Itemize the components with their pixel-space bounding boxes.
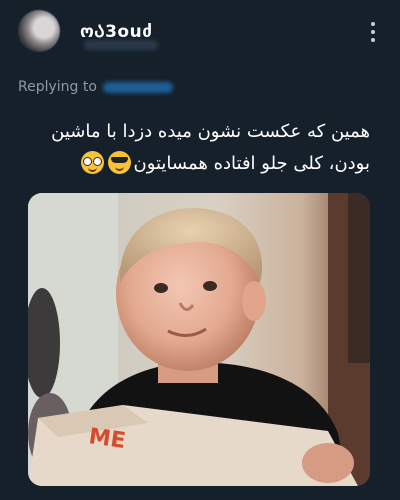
display-name[interactable]: ოᲐ3ouძ	[80, 19, 152, 42]
sunglasses-face-icon	[108, 151, 131, 174]
replying-to-label: Replying to	[18, 79, 97, 95]
tweet-header: ოᲐ3ouძ	[0, 0, 400, 75]
more-options-icon[interactable]	[370, 22, 376, 42]
avatar[interactable]	[18, 10, 60, 52]
tweet-photo[interactable]: ME	[28, 193, 370, 486]
box-label: ME	[87, 424, 127, 454]
emoji-row	[81, 151, 131, 174]
replying-to-line: Replying to	[18, 79, 173, 95]
photo-illustration: ME	[28, 193, 370, 486]
blurred-username[interactable]	[84, 40, 158, 50]
tweet-text-line-1: همین که عکست نشون میده دزدا با ماشین	[51, 121, 370, 142]
nerd-face-icon	[81, 151, 104, 174]
blurred-reply-handle[interactable]	[102, 81, 173, 93]
